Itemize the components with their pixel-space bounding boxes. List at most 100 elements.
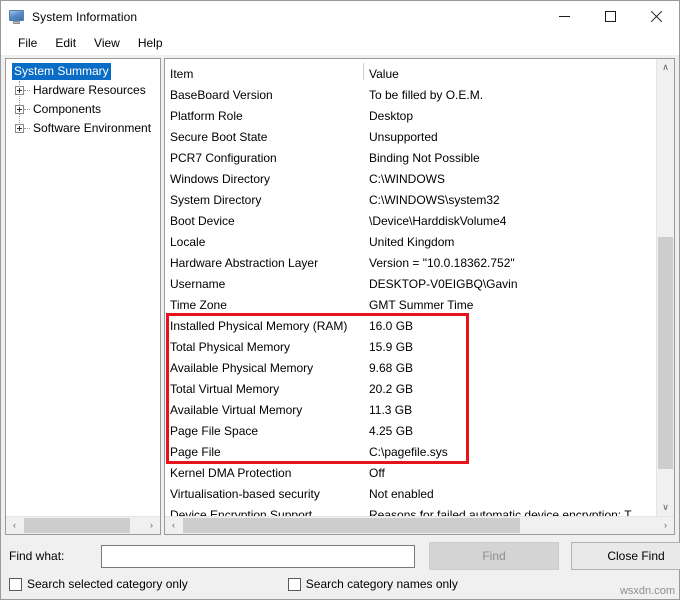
table-header-row: Item Value	[165, 63, 656, 84]
site-watermark: wsxdn.com	[619, 585, 675, 597]
tree-item-label: Software Environment	[33, 121, 152, 135]
details-list: Item Value BaseBoard Version To be filled…	[165, 59, 656, 516]
find-bar: Find what: Find Close Find Search select…	[1, 535, 680, 599]
cell-item: Kernel DMA Protection	[170, 465, 292, 480]
maximize-icon	[604, 11, 616, 22]
table-row[interactable]: Locale United Kingdom	[165, 231, 656, 252]
details-list-pane: Item Value BaseBoard Version To be filled…	[164, 58, 675, 535]
tree-item-components[interactable]: Components	[8, 100, 160, 119]
cell-item: Boot Device	[170, 213, 235, 228]
table-row[interactable]: Installed Physical Memory (RAM) 16.0 GB	[165, 315, 656, 336]
cell-value: DESKTOP-V0EIGBQ\Gavin	[369, 276, 518, 291]
cell-item: Installed Physical Memory (RAM)	[170, 318, 348, 333]
system-information-window: System Information File Edit View Help S…	[0, 0, 680, 600]
cell-value: 9.68 GB	[369, 360, 414, 375]
details-horizontal-scrollbar[interactable]: ‹ ›	[165, 516, 674, 534]
menu-edit[interactable]: Edit	[46, 34, 85, 53]
window-title: System Information	[32, 9, 138, 24]
find-row: Find what: Find Close Find	[9, 535, 680, 573]
table-row[interactable]: Total Physical Memory 15.9 GB	[165, 336, 656, 357]
menu-file[interactable]: File	[9, 34, 46, 53]
cell-value: Desktop	[369, 108, 414, 123]
table-row[interactable]: Total Virtual Memory 20.2 GB	[165, 378, 656, 399]
table-row[interactable]: Virtualisation-based security Not enabled	[165, 483, 656, 504]
close-button[interactable]	[633, 1, 679, 32]
column-header-value[interactable]: Value	[361, 67, 399, 81]
scroll-left-icon[interactable]: ‹	[6, 517, 23, 534]
tree-connector-dot	[24, 90, 30, 91]
expand-plus-icon[interactable]	[15, 105, 24, 114]
table-row[interactable]: Windows Directory C:\WINDOWS	[165, 168, 656, 189]
table-row[interactable]: System Directory C:\WINDOWS\system32	[165, 189, 656, 210]
expand-plus-icon[interactable]	[15, 86, 24, 95]
minimize-button[interactable]	[541, 1, 587, 32]
menu-help[interactable]: Help	[129, 34, 172, 53]
tree-item-label: Hardware Resources	[33, 83, 146, 97]
tree-item-hardware-resources[interactable]: Hardware Resources	[8, 81, 160, 100]
monitor-icon	[9, 9, 25, 25]
search-selected-category-checkbox[interactable]: Search selected category only	[9, 577, 188, 591]
cell-value: Reasons for failed automatic device encr…	[369, 507, 632, 517]
cell-value: C:\WINDOWS	[369, 171, 445, 186]
cell-item: PCR7 Configuration	[170, 150, 277, 165]
cell-item: Total Physical Memory	[170, 339, 291, 354]
table-row[interactable]: Boot Device \Device\HarddiskVolume4	[165, 210, 656, 231]
checkbox-box-icon[interactable]	[287, 577, 301, 591]
scroll-up-icon[interactable]: ∧	[657, 59, 674, 76]
minimize-icon	[558, 16, 570, 17]
cell-value: C:\WINDOWS\system32	[369, 192, 500, 207]
details-hscroll-thumb[interactable]	[183, 518, 520, 533]
scroll-right-icon[interactable]: ›	[143, 517, 160, 534]
table-row[interactable]: Available Virtual Memory 11.3 GB	[165, 399, 656, 420]
expand-plus-icon[interactable]	[15, 124, 24, 133]
category-tree-pane: System Summary Hardware Resources Compon…	[5, 58, 161, 535]
tree-hscroll-thumb[interactable]	[24, 518, 130, 533]
find-button[interactable]: Find	[429, 542, 559, 570]
details-vscroll-thumb[interactable]	[658, 237, 673, 469]
scroll-left-icon[interactable]: ‹	[165, 517, 182, 534]
menu-bar: File Edit View Help	[1, 32, 679, 55]
cell-item: Page File Space	[170, 423, 259, 438]
maximize-button[interactable]	[587, 1, 633, 32]
tree-horizontal-scrollbar[interactable]: ‹ ›	[6, 516, 160, 534]
table-row[interactable]: BaseBoard Version To be filled by O.E.M.	[165, 84, 656, 105]
table-row[interactable]: Time Zone GMT Summer Time	[165, 294, 656, 315]
cell-item: Virtualisation-based security	[170, 486, 320, 501]
cell-value: Version = "10.0.18362.752"	[369, 255, 515, 270]
tree-item-system-summary[interactable]: System Summary	[8, 62, 160, 81]
table-row[interactable]: Device Encryption Support Reasons for fai…	[165, 504, 656, 517]
details-vertical-scrollbar[interactable]: ∧ ∨	[656, 59, 674, 516]
table-row[interactable]: Page File Space 4.25 GB	[165, 420, 656, 441]
menu-view[interactable]: View	[85, 34, 129, 53]
cell-item: Windows Directory	[170, 171, 271, 186]
table-row[interactable]: Platform Role Desktop	[165, 105, 656, 126]
cell-value: 20.2 GB	[369, 381, 414, 396]
tree-item-software-environment[interactable]: Software Environment	[8, 119, 160, 138]
cell-value: Binding Not Possible	[369, 150, 480, 165]
find-input[interactable]	[101, 544, 415, 568]
details-list-scroll-area: Item Value BaseBoard Version To be filled…	[165, 59, 674, 516]
scroll-right-icon[interactable]: ›	[657, 517, 674, 534]
table-row[interactable]: Kernel DMA Protection Off	[165, 462, 656, 483]
cell-item: Secure Boot State	[170, 129, 268, 144]
checkbox-box-icon[interactable]	[9, 577, 22, 591]
scroll-down-icon[interactable]: ∨	[657, 499, 674, 516]
table-row[interactable]: PCR7 Configuration Binding Not Possible	[165, 147, 656, 168]
table-row[interactable]: Page File C:\pagefile.sys	[165, 441, 656, 462]
cell-item: Username	[170, 276, 226, 291]
cell-item: BaseBoard Version	[170, 87, 273, 102]
cell-item: System Directory	[170, 192, 262, 207]
cell-value: \Device\HarddiskVolume4	[369, 213, 507, 228]
table-row[interactable]: Secure Boot State Unsupported	[165, 126, 656, 147]
cell-value: 15.9 GB	[369, 339, 414, 354]
column-header-item[interactable]: Item	[165, 67, 361, 81]
cell-value: C:\pagefile.sys	[369, 444, 448, 459]
table-row[interactable]: Hardware Abstraction Layer Version = "10.…	[165, 252, 656, 273]
search-category-names-checkbox[interactable]: Search category names only	[287, 577, 458, 591]
table-row[interactable]: Available Physical Memory 9.68 GB	[165, 357, 656, 378]
window-controls	[541, 1, 679, 32]
cell-value: Not enabled	[369, 486, 434, 501]
close-find-button[interactable]: Close Find	[571, 542, 680, 570]
category-tree: System Summary Hardware Resources Compon…	[6, 59, 160, 516]
table-row[interactable]: Username DESKTOP-V0EIGBQ\Gavin	[165, 273, 656, 294]
